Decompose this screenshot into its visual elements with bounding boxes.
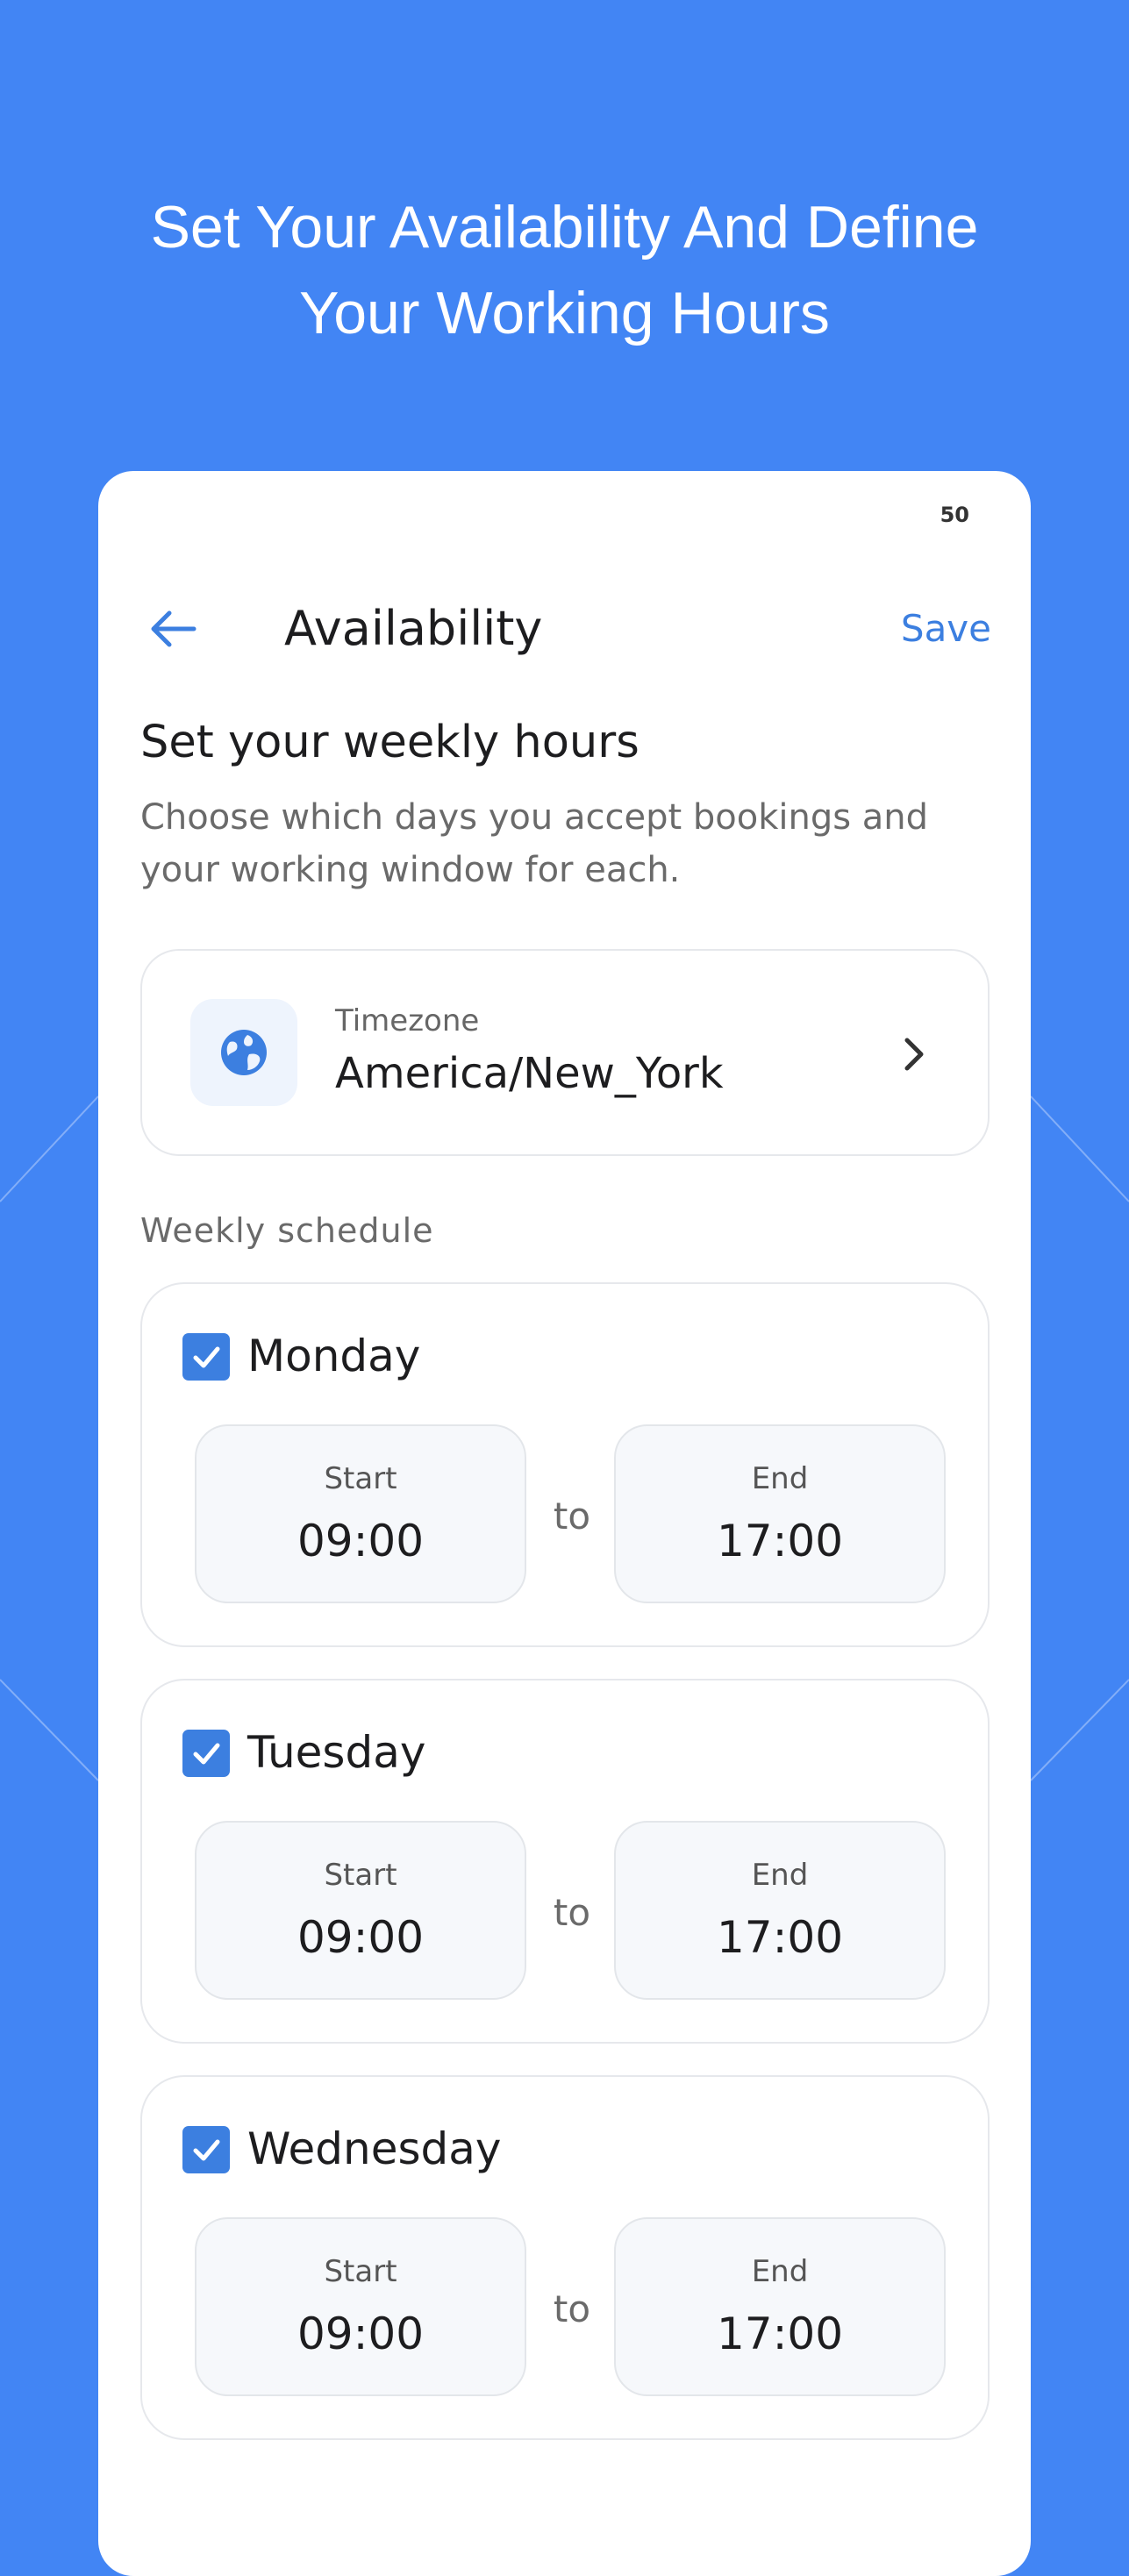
section-heading: Set your weekly hours (140, 717, 640, 768)
end-time-picker[interactable]: End 17:00 (614, 1424, 946, 1603)
section-subtitle: Choose which days you accept bookings an… (140, 797, 929, 890)
start-time-value: 09:00 (297, 1912, 425, 1963)
day-name: Monday (247, 1331, 421, 1381)
marketing-headline: Set Your Availability And Define Your Wo… (0, 184, 1129, 356)
to-separator: to (553, 1891, 591, 1934)
end-time-value: 17:00 (716, 1912, 844, 1963)
start-time-value: 09:00 (297, 1516, 425, 1566)
day-card-tuesday: Tuesday Start 09:00 to End 17:00 (140, 1679, 990, 2044)
to-separator: to (553, 2287, 591, 2330)
end-label: End (751, 1461, 809, 1496)
wednesday-checkbox[interactable] (182, 2126, 230, 2173)
day-name: Tuesday (247, 1727, 426, 1778)
start-label: Start (324, 2254, 397, 2289)
page-title: Availability (284, 601, 543, 656)
end-time-value: 17:00 (716, 1516, 844, 1566)
start-time-picker[interactable]: Start 09:00 (195, 1424, 526, 1603)
day-card-wednesday: Wednesday Start 09:00 to End 17:00 (140, 2075, 990, 2440)
timezone-selector[interactable]: Timezone America/New_York (140, 949, 990, 1156)
day-card-monday: Monday Start 09:00 to End 17:00 (140, 1282, 990, 1647)
battery-level: 50 (940, 503, 969, 527)
start-label: Start (324, 1858, 397, 1893)
end-label: End (751, 1858, 809, 1893)
check-icon (193, 2139, 220, 2161)
end-label: End (751, 2254, 809, 2289)
check-icon (193, 1743, 220, 1765)
save-button[interactable]: Save (901, 604, 991, 653)
start-time-picker[interactable]: Start 09:00 (195, 1821, 526, 2000)
headline-line-2: Your Working Hours (299, 280, 830, 346)
check-icon (193, 1346, 220, 1368)
timezone-value: America/New_York (335, 1049, 724, 1098)
start-time-value: 09:00 (297, 2308, 425, 2359)
end-time-picker[interactable]: End 17:00 (614, 1821, 946, 2000)
tuesday-checkbox[interactable] (182, 1730, 230, 1777)
to-separator: to (553, 1495, 591, 1538)
day-name: Wednesday (247, 2123, 502, 2174)
arrow-left-icon (151, 610, 197, 647)
globe-icon (221, 1030, 267, 1075)
headline-line-1: Set Your Availability And Define (150, 194, 979, 260)
back-button[interactable] (146, 603, 199, 655)
weekly-schedule-label: Weekly schedule (140, 1211, 434, 1250)
phone-screen: 50 Availability Save Set your weekly hou… (98, 471, 1031, 2576)
timezone-icon-box (190, 999, 297, 1106)
chevron-right-icon (904, 1038, 924, 1071)
timezone-label: Timezone (335, 1003, 480, 1038)
start-label: Start (324, 1461, 397, 1496)
end-time-picker[interactable]: End 17:00 (614, 2217, 946, 2396)
end-time-value: 17:00 (716, 2308, 844, 2359)
start-time-picker[interactable]: Start 09:00 (195, 2217, 526, 2396)
monday-checkbox[interactable] (182, 1333, 230, 1381)
